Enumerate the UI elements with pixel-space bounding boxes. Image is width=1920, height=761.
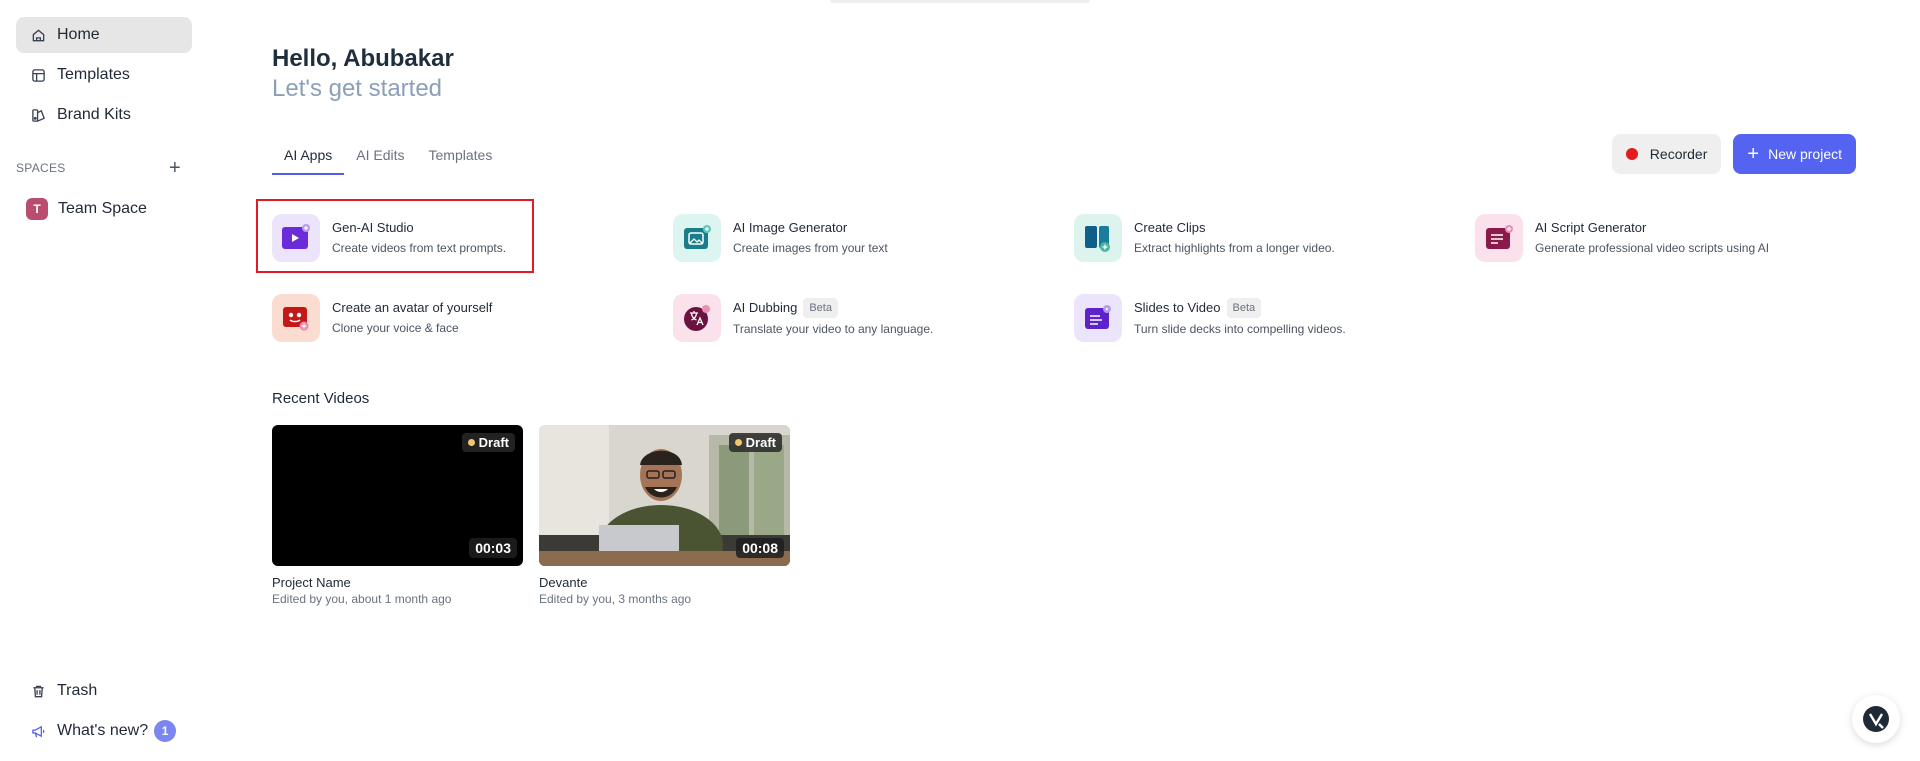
- status-dot-icon: [467, 439, 475, 446]
- recent-videos-title: Recent Videos: [272, 390, 370, 407]
- create-clips-icon: [1074, 214, 1122, 262]
- record-dot-icon: [1625, 148, 1638, 160]
- whats-new-button[interactable]: What's new? 1: [16, 713, 192, 749]
- status-badge: Draft: [461, 433, 515, 452]
- beta-badge: Beta: [803, 298, 838, 318]
- app-create-avatar[interactable]: Create an avatar of yourself Clone your …: [272, 292, 492, 344]
- sidebar-item-label: Templates: [57, 66, 130, 83]
- header-actions: Recorder + New project: [1611, 134, 1856, 174]
- space-item-team-space[interactable]: T Team Space: [16, 191, 192, 227]
- sidebar-item-label: Brand Kits: [57, 106, 131, 123]
- new-project-label: New project: [1768, 146, 1842, 162]
- dubbing-icon: [673, 294, 721, 342]
- app-desc: Turn slide decks into compelling videos.: [1134, 322, 1346, 336]
- space-avatar: T: [26, 198, 48, 220]
- app-desc: Generate professional video scripts usin…: [1535, 241, 1770, 255]
- video-card-project-name[interactable]: Draft 00:03 Project Name Edited by you, …: [272, 425, 523, 606]
- spaces-label: SPACES: [16, 161, 66, 175]
- video-duration: 00:03: [469, 538, 517, 558]
- sidebar: Home Templates Brand Kits SPACES + T Tea…: [0, 0, 208, 761]
- tabs: AI Apps AI Edits Templates: [272, 143, 504, 175]
- add-space-button[interactable]: +: [164, 157, 186, 179]
- slides-icon: [1074, 294, 1122, 342]
- beta-badge: Beta: [1226, 298, 1262, 318]
- whats-new-count-badge: 1: [154, 720, 177, 742]
- video-thumbnail: Draft 00:03: [272, 425, 523, 566]
- page-title: Hello, Abubakar: [272, 45, 454, 72]
- top-notch: [830, 0, 1090, 3]
- recorder-label: Recorder: [1649, 146, 1708, 162]
- image-generator-icon: [673, 214, 721, 262]
- recorder-button[interactable]: Recorder: [1611, 134, 1722, 174]
- templates-icon: [32, 68, 45, 82]
- plus-icon: +: [1747, 143, 1760, 165]
- tab-ai-edits[interactable]: AI Edits: [344, 143, 416, 175]
- video-meta: Edited by you, 3 months ago: [539, 592, 692, 606]
- brand-kits-icon: [32, 108, 45, 122]
- trash-button[interactable]: Trash: [16, 673, 192, 709]
- tab-ai-apps[interactable]: AI Apps: [272, 143, 345, 175]
- sidebar-bottom: Trash What's new? 1: [16, 669, 192, 749]
- app-title: AI Dubbing Beta: [733, 298, 933, 318]
- support-chat-button[interactable]: [1852, 695, 1900, 743]
- chat-logo-icon: [1863, 706, 1889, 732]
- app-title-text: Slides to Video: [1134, 300, 1221, 315]
- video-card-devante[interactable]: Draft 00:08 Devante Edited by you, 3 mon…: [539, 425, 790, 606]
- status-dot-icon: [734, 439, 742, 446]
- app-desc: Create videos from text prompts.: [332, 241, 507, 255]
- status-label: Draft: [478, 435, 509, 450]
- sidebar-item-brand-kits[interactable]: Brand Kits: [16, 97, 192, 133]
- megaphone-icon: [32, 725, 45, 737]
- app-ai-image-generator[interactable]: AI Image Generator Create images from yo…: [673, 212, 888, 264]
- sidebar-item-label: Home: [57, 26, 100, 43]
- sidebar-item-templates[interactable]: Templates: [16, 57, 192, 93]
- app-create-clips[interactable]: Create Clips Extract highlights from a l…: [1074, 212, 1335, 264]
- video-duration: 00:08: [736, 538, 784, 558]
- gen-ai-studio-icon: [272, 214, 320, 262]
- whats-new-label: What's new?: [57, 722, 149, 739]
- video-name: Project Name: [272, 575, 351, 590]
- app-ai-script-generator[interactable]: AI Script Generator Generate professiona…: [1475, 212, 1769, 264]
- greeting: Hello, Abubakar Let's get started: [272, 44, 454, 104]
- app-title: Create Clips: [1134, 220, 1206, 235]
- new-project-button[interactable]: + New project: [1733, 134, 1856, 174]
- spaces-header: SPACES +: [16, 157, 192, 179]
- tab-templates[interactable]: Templates: [417, 143, 505, 175]
- app-desc: Extract highlights from a longer video.: [1134, 241, 1335, 255]
- app-desc: Create images from your text: [733, 241, 888, 255]
- video-thumbnail: Draft 00:08: [539, 425, 790, 566]
- app-title: AI Script Generator: [1535, 220, 1647, 235]
- app-gen-ai-studio[interactable]: Gen-AI Studio Create videos from text pr…: [272, 212, 506, 264]
- trash-label: Trash: [57, 682, 98, 699]
- trash-icon: [33, 685, 44, 697]
- app-ai-dubbing[interactable]: AI Dubbing Beta Translate your video to …: [673, 292, 933, 344]
- app-desc: Translate your video to any language.: [733, 322, 934, 336]
- status-label: Draft: [745, 435, 776, 450]
- app-title-text: AI Dubbing: [733, 300, 798, 315]
- avatar-icon: [272, 294, 320, 342]
- app-desc: Clone your voice & face: [332, 321, 459, 335]
- app-title: Slides to Video Beta: [1134, 298, 1346, 318]
- app-slides-to-video[interactable]: Slides to Video Beta Turn slide decks in…: [1074, 292, 1346, 344]
- video-meta: Edited by you, about 1 month ago: [272, 592, 452, 606]
- status-badge: Draft: [728, 433, 782, 452]
- video-name: Devante: [539, 575, 588, 590]
- script-generator-icon: [1475, 214, 1523, 262]
- space-label: Team Space: [58, 200, 147, 217]
- app-title: Create an avatar of yourself: [332, 300, 493, 315]
- page-subtitle: Let's get started: [272, 75, 443, 102]
- app-title: Gen-AI Studio: [332, 220, 414, 235]
- app-title: AI Image Generator: [733, 220, 848, 235]
- home-icon: [32, 28, 45, 41]
- sidebar-item-home[interactable]: Home: [16, 17, 192, 53]
